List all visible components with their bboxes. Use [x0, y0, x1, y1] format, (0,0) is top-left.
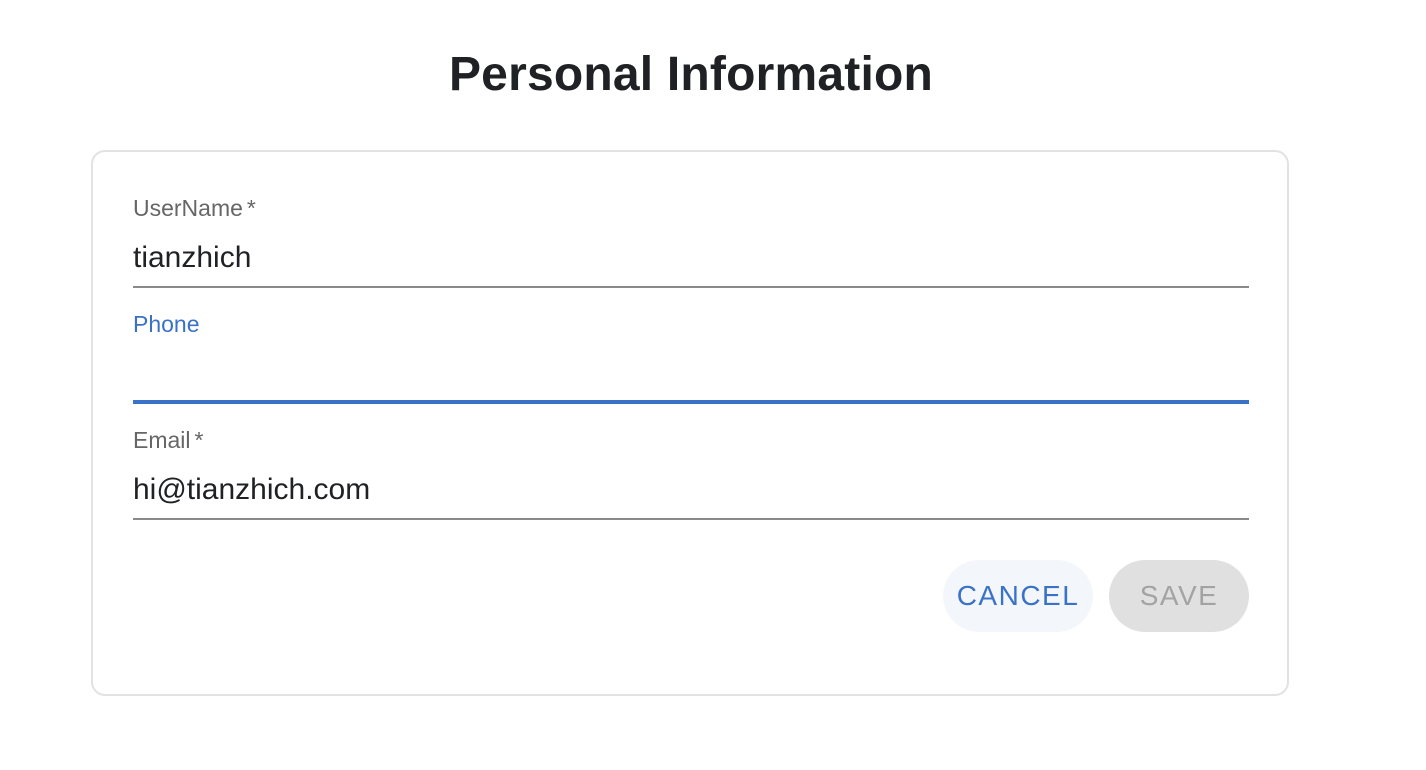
username-underline: [133, 286, 1249, 288]
phone-label-text: Phone: [133, 311, 200, 337]
phone-field: Phone: [133, 310, 1249, 406]
email-field: Email *: [133, 426, 1249, 522]
email-underline: [133, 518, 1249, 520]
page-title: Personal Information: [448, 48, 934, 101]
email-label-text: Email: [133, 427, 191, 453]
phone-underline: [133, 400, 1249, 404]
page: Personal Information UserName* Phone Ema…: [0, 0, 1426, 770]
email-label: Email *: [133, 426, 203, 454]
save-button[interactable]: SAVE: [1109, 560, 1249, 632]
username-required-mark: *: [246, 195, 256, 221]
username-field: UserName *: [133, 194, 1249, 290]
email-input[interactable]: [133, 466, 1249, 514]
phone-label: Phone: [133, 310, 200, 338]
personal-info-form: UserName* Phone Email* CANCEL SAVE: [91, 150, 1289, 696]
email-required-mark: *: [194, 427, 204, 453]
username-label-text: UserName: [133, 195, 243, 221]
username-input[interactable]: [133, 234, 1249, 282]
username-label: UserName *: [133, 194, 256, 222]
cancel-button[interactable]: CANCEL: [943, 560, 1093, 632]
phone-input[interactable]: [133, 350, 1249, 398]
